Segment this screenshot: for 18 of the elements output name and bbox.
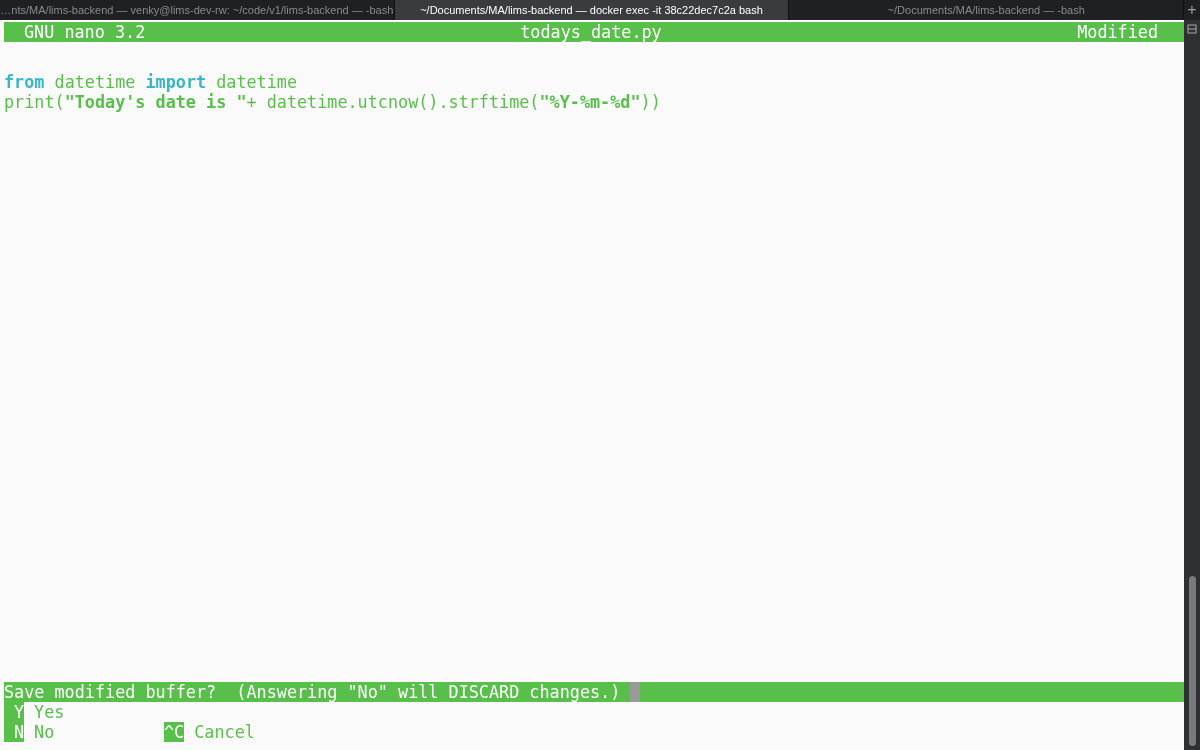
shortcut-key: ^C <box>164 722 185 742</box>
terminal-tab[interactable]: …nts/MA/lims-backend — venky@lims-dev-rw: ~/code/v1/lims-backend — -bash <box>0 0 395 20</box>
app-version: GNU nano 3.2 <box>24 22 147 42</box>
shortcut-key: Y <box>4 702 25 722</box>
code-line: print("Today's date is "+ datetime.utcnow().strftime("%Y-%m-%d")) <box>4 92 662 112</box>
terminal-tab[interactable]: ~/Documents/MA/lims-backend — docker exec -it 38c22dec7c2a bash <box>394 0 790 20</box>
modified-status: Modified <box>1077 22 1158 42</box>
shortcut-label: Cancel <box>194 722 255 742</box>
code-line: from datetime import datetime <box>4 72 299 92</box>
new-tab-button[interactable]: + <box>1184 0 1200 20</box>
scroll-marker-icon <box>1187 24 1197 34</box>
shortcut-label: Yes <box>34 702 65 722</box>
file-name: todays_date.py <box>520 22 662 42</box>
save-prompt: Save modified buffer? (Answering "No" will DISCARD changes.) <box>4 682 621 702</box>
shortcut-label: No <box>34 722 55 742</box>
shortcut-key: N <box>4 722 25 742</box>
scrollbar-thumb[interactable] <box>1188 576 1196 746</box>
text-cursor <box>630 682 641 702</box>
